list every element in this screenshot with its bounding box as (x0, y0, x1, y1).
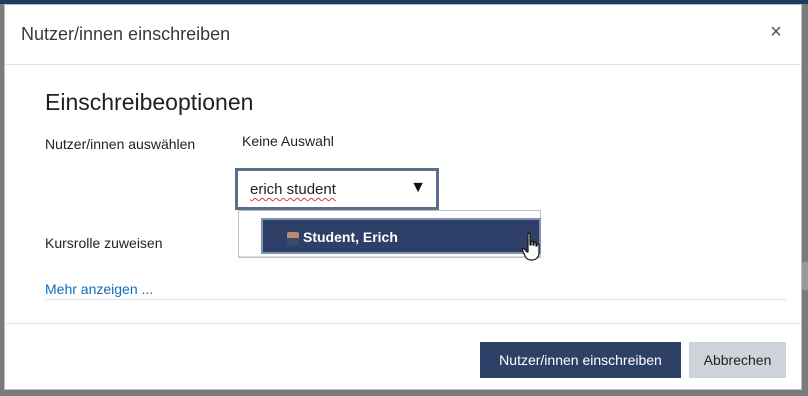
user-search-input[interactable]: erich student ▼ (235, 168, 439, 210)
user-suggestions-list: Student, Erich (238, 210, 541, 258)
dialog-title: Nutzer/innen einschreiben (21, 24, 231, 44)
show-more-link[interactable]: Mehr anzeigen ... (45, 281, 153, 297)
suggestion-name: Student, Erich (303, 229, 398, 245)
no-selection-text: Keine Auswahl (242, 133, 334, 149)
enrol-users-dialog: Nutzer/innen einschreiben × Einschreibeo… (4, 4, 802, 390)
hand-pointer-cursor-icon (521, 232, 540, 261)
select-users-label: Nutzer/innen auswählen (45, 136, 196, 152)
close-icon: × (770, 21, 782, 43)
dropdown-arrow-icon[interactable]: ▼ (410, 179, 426, 197)
section-heading: Einschreibeoptionen (45, 89, 254, 115)
cancel-button[interactable]: Abbrechen (689, 342, 786, 378)
close-button[interactable]: × (765, 21, 787, 43)
user-avatar-icon (287, 232, 299, 245)
course-role-label: Kursrolle zuweisen (45, 235, 163, 251)
dialog-footer: Nutzer/innen einschreiben Abbrechen (5, 323, 801, 391)
dialog-header: Nutzer/innen einschreiben × (5, 5, 801, 65)
search-input-value[interactable]: erich student (250, 181, 336, 198)
content-divider (45, 299, 786, 300)
suggestions-divider (239, 256, 540, 257)
suggestion-item-student-erich[interactable]: Student, Erich (261, 218, 541, 254)
enrol-users-button[interactable]: Nutzer/innen einschreiben (480, 342, 681, 378)
background-page-fragment (802, 262, 808, 290)
